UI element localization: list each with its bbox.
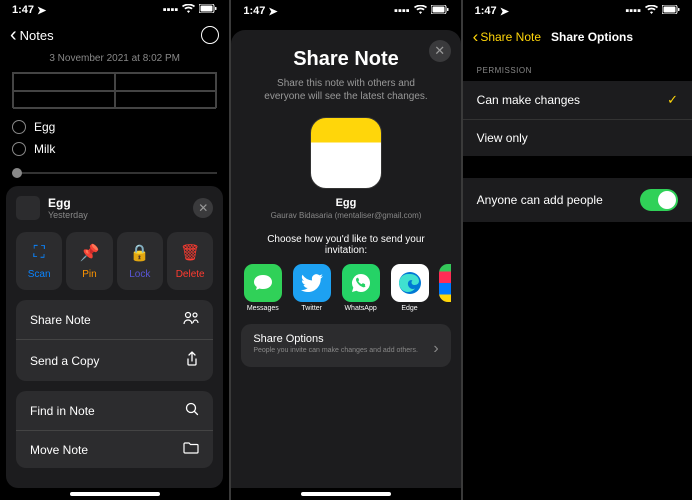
- anyone-add-item[interactable]: Anyone can add people: [463, 178, 692, 222]
- home-indicator[interactable]: [70, 492, 160, 496]
- anyone-group: Anyone can add people: [463, 178, 692, 222]
- scan-button[interactable]: ⛶ Scan: [16, 232, 62, 290]
- signal-icon: ▪▪▪▪: [625, 5, 641, 17]
- screen-share-note: 1:47 ➤ ▪▪▪▪ ✕ Share Note Share this note…: [231, 0, 460, 500]
- pin-button[interactable]: 📌 Pin: [66, 232, 112, 290]
- location-arrow-icon: ➤: [268, 5, 277, 18]
- checkbox-icon[interactable]: [12, 142, 26, 156]
- more-button[interactable]: ⋯: [201, 26, 219, 44]
- battery-icon: [662, 5, 680, 17]
- status-time: 1:47: [475, 5, 497, 17]
- share-title: Share Note: [241, 48, 450, 71]
- checkbox-icon[interactable]: [12, 120, 26, 134]
- location-arrow-icon: ➤: [37, 4, 46, 17]
- more-apps-partial[interactable]: [439, 264, 451, 302]
- chevron-right-icon: ›: [433, 340, 438, 358]
- nav-title: Share Options: [551, 30, 633, 44]
- edge-app[interactable]: Edge: [388, 264, 431, 312]
- chevron-left-icon: [10, 25, 17, 45]
- twitter-app[interactable]: Twitter: [290, 264, 333, 312]
- screen-notes-actions: 1:47 ➤ ▪▪▪▪ Notes ⋯ 3 November 2021 at 8…: [0, 0, 229, 500]
- sheet-title: Egg: [48, 196, 88, 210]
- notes-app-icon: [310, 117, 382, 189]
- note-user: Gaurav Bidasaria (mentaliser@gmail.com): [241, 211, 450, 220]
- scan-icon: ⛶: [28, 242, 50, 264]
- lock-icon: 🔒: [129, 242, 151, 264]
- whatsapp-app[interactable]: WhatsApp: [339, 264, 382, 312]
- folder-icon: [183, 442, 199, 457]
- checklist-item[interactable]: Egg: [12, 116, 217, 138]
- collaborate-icon: [183, 311, 199, 328]
- whatsapp-icon: [342, 264, 380, 302]
- note-table[interactable]: [12, 72, 217, 108]
- lock-button[interactable]: 🔒 Lock: [117, 232, 163, 290]
- nav-bar: Notes ⋯: [0, 21, 229, 49]
- permission-label: PERMISSION: [463, 52, 692, 81]
- view-only-item[interactable]: View only: [463, 120, 692, 156]
- back-button[interactable]: ‹ Share Note: [473, 27, 541, 47]
- wifi-icon: [645, 5, 658, 18]
- trash-icon: 🗑: [179, 242, 201, 264]
- wifi-icon: [182, 4, 195, 17]
- battery-icon: [199, 4, 217, 16]
- find-in-note-item[interactable]: Find in Note: [16, 391, 213, 431]
- back-label: Notes: [20, 28, 54, 43]
- status-time: 1:47: [12, 4, 34, 16]
- share-note-item[interactable]: Share Note: [16, 300, 213, 340]
- permission-group: Can make changes ✓ View only: [463, 81, 692, 156]
- can-make-changes-item[interactable]: Can make changes ✓: [463, 81, 692, 120]
- checkmark-icon: ✓: [667, 92, 678, 108]
- share-apps: Messages Twitter WhatsApp Edge: [241, 264, 450, 312]
- close-button[interactable]: ✕: [429, 40, 451, 62]
- chevron-left-icon: ‹: [473, 27, 479, 47]
- twitter-icon: [293, 264, 331, 302]
- note-date: 3 November 2021 at 8:02 PM: [0, 49, 229, 68]
- invite-text: Choose how you'd like to send your invit…: [257, 234, 434, 256]
- sheet-subtitle: Yesterday: [48, 210, 88, 220]
- status-bar: 1:47 ➤ ▪▪▪▪: [0, 0, 229, 21]
- share-options-button[interactable]: Share Options People you invite can make…: [241, 324, 450, 367]
- checklist-item[interactable]: Milk: [12, 138, 217, 160]
- back-button[interactable]: Notes: [10, 25, 54, 45]
- share-icon: [185, 351, 199, 370]
- home-indicator[interactable]: [301, 492, 391, 496]
- note-thumbnail: [16, 196, 40, 220]
- status-bar: 1:47 ➤ ▪▪▪▪: [231, 0, 460, 22]
- screen-share-options: 1:47 ➤ ▪▪▪▪ ‹ Share Note Share Options P…: [463, 0, 692, 500]
- slider-thumb[interactable]: [12, 168, 22, 178]
- search-icon: [185, 402, 199, 419]
- close-button[interactable]: ✕: [193, 198, 213, 218]
- edge-icon: [391, 264, 429, 302]
- share-desc: Share this note with others and everyone…: [257, 77, 434, 103]
- send-copy-item[interactable]: Send a Copy: [16, 340, 213, 381]
- pin-icon: 📌: [78, 242, 100, 264]
- location-arrow-icon: ➤: [500, 5, 509, 18]
- delete-button[interactable]: 🗑 Delete: [167, 232, 213, 290]
- action-sheet: Egg Yesterday ✕ ⛶ Scan 📌 Pin 🔒 Lock 🗑 De…: [6, 186, 223, 488]
- messages-icon: [244, 264, 282, 302]
- toggle-switch[interactable]: [640, 189, 678, 211]
- note-name: Egg: [241, 197, 450, 209]
- messages-app[interactable]: Messages: [241, 264, 284, 312]
- checklist: Egg Milk: [0, 112, 229, 164]
- status-bar: 1:47 ➤ ▪▪▪▪: [463, 0, 692, 22]
- move-note-item[interactable]: Move Note: [16, 431, 213, 468]
- battery-icon: [431, 5, 449, 17]
- share-overlay: ✕ Share Note Share this note with others…: [231, 30, 460, 488]
- nav-bar: ‹ Share Note Share Options: [463, 22, 692, 52]
- signal-icon: ▪▪▪▪: [163, 4, 179, 16]
- status-time: 1:47: [243, 5, 265, 17]
- signal-icon: ▪▪▪▪: [394, 5, 410, 17]
- slider[interactable]: [0, 164, 229, 182]
- wifi-icon: [414, 5, 427, 18]
